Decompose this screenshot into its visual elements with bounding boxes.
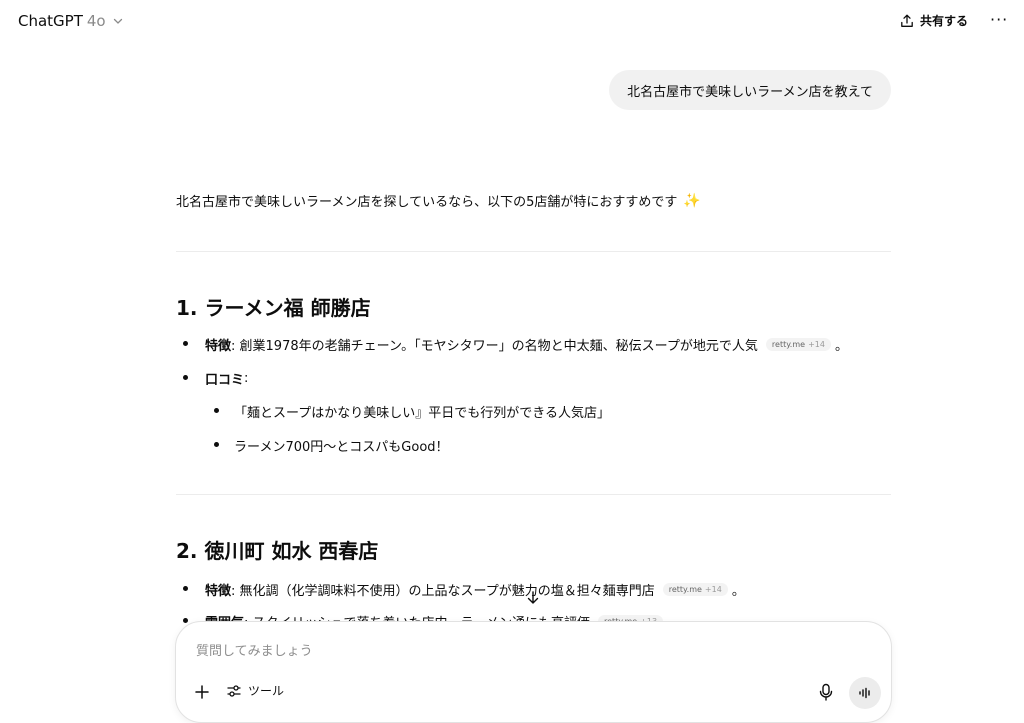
- sub-list-item: 「麺とスープはかなり美味しい』平日でも行列ができる人気店」: [234, 406, 610, 421]
- divider: [176, 494, 891, 495]
- feature-label: 特徴: [205, 584, 232, 599]
- model-name: ChatGPT: [18, 12, 83, 30]
- sliders-icon: [227, 684, 241, 697]
- bullet: [183, 618, 188, 623]
- sub-bullet: [214, 408, 219, 413]
- sentence-end: 。: [731, 584, 745, 599]
- list-item: 口コミ :: [205, 369, 248, 388]
- message-composer: ツール: [175, 621, 892, 723]
- citation-count: +14: [704, 585, 722, 594]
- section-heading: 2. 徳川町 如水 西春店: [176, 539, 379, 563]
- user-message-bubble: 北名古屋市で美味しいラーメン店を教えて: [609, 70, 891, 110]
- citation-source: retty.me: [668, 585, 702, 594]
- sub-list-item: ラーメン700円〜とコスパもGood！: [234, 440, 449, 455]
- microphone-icon[interactable]: [816, 682, 836, 702]
- model-version: 4o: [86, 12, 106, 30]
- divider: [176, 251, 891, 252]
- sparkle-emoji: ✨: [683, 192, 701, 209]
- waveform-icon: [859, 687, 870, 699]
- feature-text: : 創業1978年の老舗チェーン。「モヤシタワー」の名物と中太麺、秘伝スープが地…: [231, 339, 758, 354]
- feature-label: 特徴: [205, 339, 232, 354]
- voice-mode-button[interactable]: [849, 677, 881, 709]
- plus-icon[interactable]: [192, 682, 212, 702]
- tools-label: ツール: [248, 684, 285, 698]
- reviews-label: 口コミ: [205, 373, 245, 388]
- share-button[interactable]: 共有する: [900, 12, 968, 29]
- sub-bullet: [214, 442, 219, 447]
- citation-chip[interactable]: retty.me +14: [765, 338, 831, 351]
- sentence-end: 。: [834, 339, 848, 354]
- arrow-down-icon: [527, 591, 539, 604]
- tools-button[interactable]: ツール: [226, 682, 284, 699]
- bullet: [183, 375, 188, 380]
- citation-source: retty.me: [771, 340, 806, 349]
- intro-text: 北名古屋市で美味しいラーメン店を探しているなら、以下の5店舗が特におすすめです: [176, 195, 678, 210]
- share-icon: [901, 14, 913, 27]
- prompt-input[interactable]: [194, 640, 798, 662]
- more-options-button[interactable]: ···: [990, 10, 1008, 29]
- list-item: 特徴 : 無化調（化学調味料不使用）の上品なスープが魅力の塩＆担々麺専門店 re…: [205, 580, 745, 599]
- model-selector[interactable]: ChatGPT 4o: [18, 12, 124, 30]
- list-item: 特徴 : 創業1978年の老舗チェーン。「モヤシタワー」の名物と中太麺、秘伝スー…: [205, 335, 848, 354]
- citation-count: +14: [808, 340, 825, 349]
- reviews-colon: :: [244, 371, 249, 386]
- chevron-down-icon: [113, 18, 122, 24]
- citation-chip[interactable]: retty.me +14: [662, 583, 728, 596]
- section-heading: 1. ラーメン福 師勝店: [176, 296, 371, 320]
- feature-text: : 無化調（化学調味料不使用）の上品なスープが魅力の塩＆担々麺専門店: [231, 584, 655, 599]
- share-label: 共有する: [920, 14, 969, 28]
- scroll-to-bottom-button[interactable]: [521, 586, 545, 610]
- assistant-intro: 北名古屋市で美味しいラーメン店を探しているなら、以下の5店舗が特におすすめです …: [176, 191, 701, 211]
- bullet: [183, 341, 188, 346]
- bullet: [183, 586, 188, 591]
